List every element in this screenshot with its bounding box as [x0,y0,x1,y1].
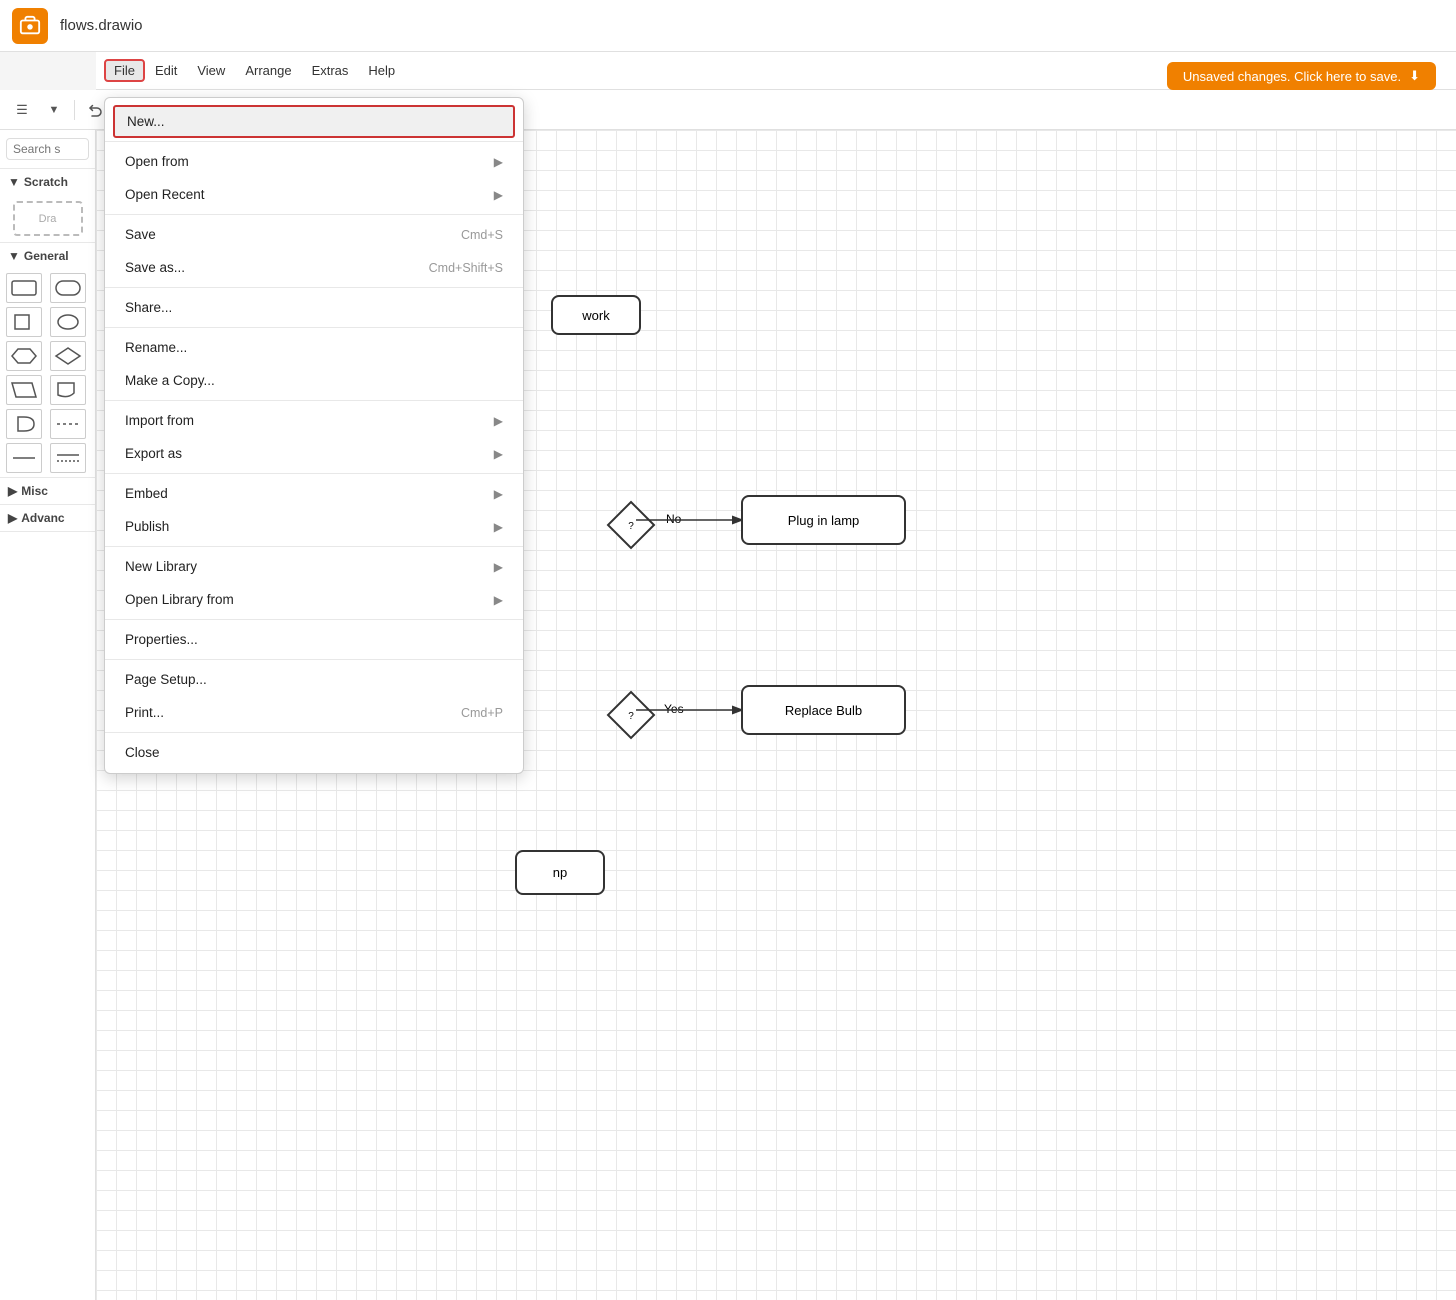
node-plug-lamp[interactable]: Plug in lamp [741,495,906,545]
sidebar-section-advanced: ▶ Advanc [0,505,95,532]
unsaved-banner[interactable]: Unsaved changes. Click here to save. ⬇ [1167,62,1436,90]
toolbar-sep-1 [74,100,75,120]
shape-square[interactable] [6,307,42,337]
sidebar-search [0,130,95,169]
sidebar-section-title-scratch[interactable]: ▼ Scratch [0,169,95,195]
shape-line1[interactable] [50,409,86,439]
menu-save-as[interactable]: Save as... Cmd+Shift+S [105,251,523,284]
title-bar: flows.drawio File New... Open from ▶ Ope… [0,0,1456,52]
menu-save[interactable]: Save Cmd+S [105,218,523,251]
menu-new[interactable]: New... [113,105,515,138]
arrow-icon: ▶ [494,414,503,428]
menu-bar: File New... Open from ▶ Open Recent ▶ [96,52,1456,90]
sidebar-section-title-misc[interactable]: ▶ Misc [0,478,95,504]
menu-import-from[interactable]: Import from ▶ [105,404,523,437]
arrow-yes [636,700,746,720]
shape-line2[interactable] [6,443,42,473]
arrow-icon: ▶ [494,487,503,501]
shape-rounded[interactable] [50,273,86,303]
shape-rect[interactable] [6,273,42,303]
app-logo [12,8,48,44]
svg-text:?: ? [628,521,634,532]
collapse-icon: ▼ [8,175,20,189]
shape-d[interactable] [6,409,42,439]
separator-2 [105,214,523,215]
menu-embed[interactable]: Embed ▶ [105,477,523,510]
separator-9 [105,659,523,660]
menu-open-recent[interactable]: Open Recent ▶ [105,178,523,211]
menu-close[interactable]: Close [105,736,523,769]
svg-text:?: ? [628,711,634,722]
file-dropdown-menu: New... Open from ▶ Open Recent ▶ Save Cm… [104,97,524,774]
shape-grid [0,269,95,477]
search-input[interactable] [6,138,89,160]
collapse-icon: ▶ [8,484,17,498]
arrow-no [636,510,746,530]
collapse-icon: ▼ [8,249,20,263]
file-menu-container: File New... Open from ▶ Open Recent ▶ [104,59,145,82]
node-network[interactable]: work [551,295,641,335]
toolbar-dropdown-btn[interactable]: ▼ [40,96,68,124]
menu-new-library[interactable]: New Library ▶ [105,550,523,583]
arrow-icon: ▶ [494,188,503,202]
sidebar: ▼ Scratch Dra ▼ General [0,130,96,1300]
arrow-icon: ▶ [494,447,503,461]
arrow-icon: ▶ [494,520,503,534]
separator-3 [105,287,523,288]
menu-export-as[interactable]: Export as ▶ [105,437,523,470]
sidebar-section-scratch: ▼ Scratch Dra [0,169,95,243]
arrow-icon: ▶ [494,560,503,574]
menu-open-from[interactable]: Open from ▶ [105,145,523,178]
menu-page-setup[interactable]: Page Setup... [105,663,523,696]
separator-1 [105,141,523,142]
scratch-area[interactable]: Dra [13,201,83,236]
shape-circle[interactable] [50,307,86,337]
arrow-icon: ▶ [494,155,503,169]
menu-publish[interactable]: Publish ▶ [105,510,523,543]
separator-8 [105,619,523,620]
shape-diamond[interactable] [50,341,86,371]
menu-item-arrange[interactable]: Arrange [235,59,301,82]
menu-item-file[interactable]: File [104,59,145,82]
shape-parallelogram[interactable] [6,375,42,405]
separator-6 [105,473,523,474]
menu-properties[interactable]: Properties... [105,623,523,656]
menu-item-extras[interactable]: Extras [302,59,359,82]
menu-item-help[interactable]: Help [358,59,405,82]
node-replace-bulb[interactable]: Replace Bulb [741,685,906,735]
separator-10 [105,732,523,733]
menu-open-library[interactable]: Open Library from ▶ [105,583,523,616]
sidebar-section-misc: ▶ Misc [0,478,95,505]
sidebar-section-title-general[interactable]: ▼ General [0,243,95,269]
separator-7 [105,546,523,547]
separator-5 [105,400,523,401]
menu-print[interactable]: Print... Cmd+P [105,696,523,729]
node-bottom[interactable]: np [515,850,605,895]
collapse-icon: ▶ [8,511,17,525]
menu-rename[interactable]: Rename... [105,331,523,364]
menu-item-edit[interactable]: Edit [145,59,187,82]
arrow-icon: ▶ [494,593,503,607]
shape-line3[interactable] [50,443,86,473]
menu-make-copy[interactable]: Make a Copy... [105,364,523,397]
shape-hexagon[interactable] [6,341,42,371]
menu-item-view[interactable]: View [187,59,235,82]
sidebar-section-general: ▼ General [0,243,95,478]
separator-4 [105,327,523,328]
shape-doc[interactable] [50,375,86,405]
sidebar-section-title-advanced[interactable]: ▶ Advanc [0,505,95,531]
app-title: flows.drawio [60,17,143,34]
sidebar-toggle-btn[interactable]: ☰ [8,96,36,124]
menu-share[interactable]: Share... [105,291,523,324]
